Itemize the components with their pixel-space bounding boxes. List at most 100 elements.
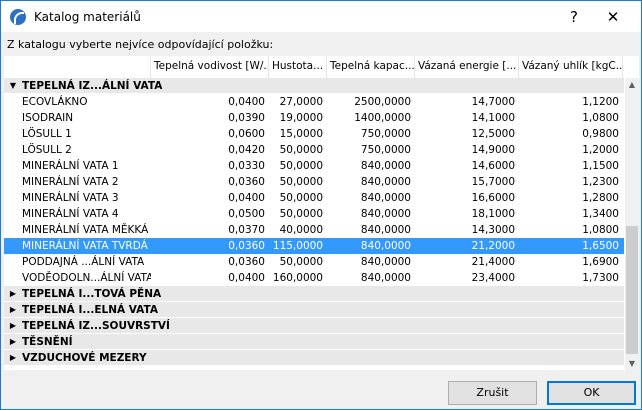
- table-cell: 14,6000: [471, 160, 515, 172]
- column-header[interactable]: Tepelná kapac...: [327, 56, 415, 78]
- table-cell: 27,0000: [279, 96, 323, 108]
- table-row[interactable]: ISODRAIN 0,0390 19,0000 1400,0000 14,1000 1,0…: [4, 110, 624, 126]
- cancel-button[interactable]: Zrušit: [448, 381, 537, 405]
- table-cell: 1,0800: [582, 224, 619, 236]
- table-cell: 14,9000: [471, 144, 515, 156]
- table-cell: LÖSULL 2: [22, 144, 72, 156]
- group-row[interactable]: ▶ TEPELNÁ I...ELNÁ VATA: [4, 302, 624, 318]
- table-row[interactable]: VODĚODOLN...ÁLNÍ VATA 0,0400 160,0000 840,0…: [4, 270, 624, 286]
- table-header: Tepelná vodivost [W/... Hustota... Tepelná…: [4, 56, 624, 78]
- table-cell: 1,3400: [582, 208, 619, 220]
- table-cell: 0,0360: [228, 256, 265, 268]
- table-cell: 0,0360: [228, 176, 265, 188]
- title-bar: Katalog materiálů ? ✕: [1, 1, 641, 32]
- group-label: TEPELNÁ IZ...ÁLNÍ VATA: [22, 79, 163, 92]
- table-cell: MINERÁLNÍ VATA 2: [22, 176, 119, 188]
- table-cell: 1,2000: [582, 144, 619, 156]
- table-row[interactable]: MINERÁLNÍ VATA TVRDÁ 0,0360 115,0000 840,00…: [4, 238, 624, 254]
- scrollbar-thumb[interactable]: [626, 226, 638, 354]
- table-cell: 0,0420: [228, 144, 265, 156]
- table-row[interactable]: LÖSULL 1 0,0600 15,0000 750,0000 12,5000 0,98…: [4, 126, 624, 142]
- table-cell: VODĚODOLN...ÁLNÍ VATA: [22, 272, 151, 284]
- table-cell: ISODRAIN: [22, 112, 74, 124]
- table-row[interactable]: ECOVLÁKNO 0,0400 27,0000 2500,0000 14,7000 1,…: [4, 94, 624, 110]
- table-cell: 1,0800: [582, 112, 619, 124]
- table-row[interactable]: MINERÁLNÍ VATA 4 0,0500 50,0000 840,0000 18,…: [4, 206, 624, 222]
- table-row[interactable]: MINERÁLNÍ VATA MĚKKÁ 0,0370 40,0000 840,000…: [4, 222, 624, 238]
- table-cell: 1,7300: [582, 272, 619, 284]
- table-cell: 750,0000: [360, 144, 411, 156]
- table-cell: 15,0000: [279, 128, 323, 140]
- table-cell: MINERÁLNÍ VATA 4: [22, 208, 119, 220]
- table-cell: MINERÁLNÍ VATA 1: [22, 160, 119, 172]
- table-cell: 0,0390: [228, 112, 265, 124]
- table-cell: 840,0000: [360, 192, 411, 204]
- expand-right-icon[interactable]: ▶: [4, 305, 22, 314]
- table-cell: 0,0600: [228, 128, 265, 140]
- expand-right-icon[interactable]: ▶: [4, 289, 22, 298]
- group-label: VZDUCHOVÉ MEZERY: [22, 351, 147, 364]
- scroll-up-icon[interactable]: ▲: [625, 80, 639, 89]
- table-cell: MINERÁLNÍ VATA 3: [22, 192, 119, 204]
- table-cell: 0,9800: [582, 128, 619, 140]
- group-label: TEPELNÁ I...ELNÁ VATA: [22, 303, 158, 316]
- column-header[interactable]: Hustota...: [269, 56, 327, 78]
- table-cell: 0,0370: [228, 224, 265, 236]
- table-cell: 840,0000: [360, 256, 411, 268]
- table-row[interactable]: LÖSULL 2 0,0420 50,0000 750,0000 14,9000 1,20…: [4, 142, 624, 158]
- app-icon: [10, 8, 26, 25]
- group-row[interactable]: ▶ VZDUCHOVÉ MEZERY: [4, 350, 624, 366]
- prompt-label: Z katalogu vyberte nejvíce odpovídající …: [7, 38, 274, 51]
- table-cell: 14,7000: [471, 96, 515, 108]
- table-cell: 0,0400: [228, 96, 265, 108]
- table-cell: 840,0000: [360, 160, 411, 172]
- expand-right-icon[interactable]: ▶: [4, 321, 22, 330]
- table-cell: MINERÁLNÍ VATA MĚKKÁ: [22, 224, 149, 236]
- group-row[interactable]: ▼ TEPELNÁ IZ...ÁLNÍ VATA: [4, 78, 624, 94]
- table-cell: 1,6500: [582, 240, 619, 252]
- table-cell: 0,0330: [228, 160, 265, 172]
- table-cell: 840,0000: [360, 272, 411, 284]
- table-cell: 1,6900: [582, 256, 619, 268]
- table-cell: ECOVLÁKNO: [22, 96, 88, 108]
- table-cell: 50,0000: [279, 144, 323, 156]
- table-cell: 750,0000: [360, 128, 411, 140]
- group-row[interactable]: ▶ TEPELNÁ I...TOVÁ PĚNA: [4, 286, 624, 302]
- table-cell: 1,1200: [582, 96, 619, 108]
- table-row[interactable]: PODDAJNÁ ...ÁLNÍ VATA 0,0360 50,0000 840,00…: [4, 254, 624, 270]
- table-cell: 40,0000: [279, 224, 323, 236]
- table-cell: 160,0000: [272, 272, 323, 284]
- table-cell: 19,0000: [279, 112, 323, 124]
- column-header[interactable]: Vázaná energie [...: [415, 56, 519, 78]
- material-catalog-dialog: Katalog materiálů ? ✕ Z katalogu vyberte…: [0, 0, 642, 410]
- table-cell: 0,0360: [228, 240, 265, 252]
- vertical-scrollbar[interactable]: ▲ ▼: [625, 78, 639, 370]
- table-cell: 0,0400: [228, 192, 265, 204]
- table-cell: 16,6000: [471, 192, 515, 204]
- close-button[interactable]: ✕: [593, 1, 633, 32]
- column-header[interactable]: Vázaný uhlík [kgC...: [519, 56, 623, 78]
- column-header[interactable]: [4, 56, 151, 78]
- table-cell: 50,0000: [279, 160, 323, 172]
- ok-button[interactable]: OK: [547, 381, 636, 405]
- column-header[interactable]: Tepelná vodivost [W/...: [151, 56, 269, 78]
- table-cell: PODDAJNÁ ...ÁLNÍ VATA: [22, 256, 145, 268]
- table-row[interactable]: MINERÁLNÍ VATA 2 0,0360 50,0000 840,0000 15,…: [4, 174, 624, 190]
- table-cell: 840,0000: [360, 240, 411, 252]
- table-cell: 1,1500: [582, 160, 619, 172]
- group-row[interactable]: ▶ TĚSNĚNÍ: [4, 334, 624, 350]
- expand-down-icon[interactable]: ▼: [4, 81, 22, 90]
- table-cell: 0,0500: [228, 208, 265, 220]
- expand-right-icon[interactable]: ▶: [4, 353, 22, 362]
- help-button[interactable]: ?: [554, 1, 594, 32]
- table-row[interactable]: MINERÁLNÍ VATA 3 0,0400 50,0000 840,0000 16,…: [4, 190, 624, 206]
- group-row[interactable]: ▶ TEPELNÁ IZ...SOUVRSTVÍ: [4, 318, 624, 334]
- table-cell: 1,2300: [582, 176, 619, 188]
- scroll-down-icon[interactable]: ▼: [625, 359, 639, 368]
- window-title: Katalog materiálů: [34, 9, 141, 24]
- table-row[interactable]: MINERÁLNÍ VATA 1 0,0330 50,0000 840,0000 14,…: [4, 158, 624, 174]
- expand-right-icon[interactable]: ▶: [4, 337, 22, 346]
- table-cell: 21,2000: [471, 240, 515, 252]
- table-cell: 12,5000: [471, 128, 515, 140]
- table-cell: 23,4000: [471, 272, 515, 284]
